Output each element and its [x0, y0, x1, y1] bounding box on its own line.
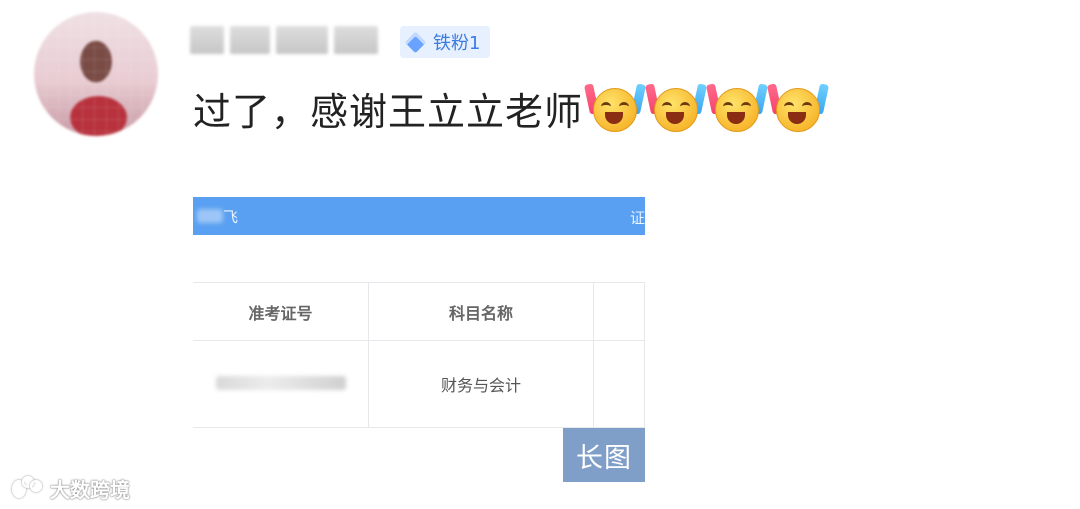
- emoji-group: [583, 82, 830, 134]
- screenshot-header-bar: 飞 证: [193, 197, 645, 235]
- badge-label: 铁粉1: [433, 33, 481, 54]
- laughing-cheer-emoji-icon: [583, 82, 647, 134]
- diamond-icon: [404, 31, 427, 53]
- cell-extra: [593, 340, 645, 428]
- watermark: 大数跨境: [12, 472, 130, 504]
- attached-image[interactable]: 飞 证 准考证号 科目名称 财务与会计 长图: [193, 197, 645, 482]
- watermark-text: 大数跨境: [50, 477, 130, 502]
- header-left-text: 飞: [223, 207, 239, 226]
- cell-exam-id-blurred: [193, 340, 369, 428]
- blurred-name-part: [334, 26, 378, 54]
- blurred-name: [197, 209, 223, 223]
- column-header-exam-id: 准考证号: [193, 282, 369, 341]
- cell-subject: 财务与会计: [368, 340, 594, 428]
- laughing-cheer-emoji-icon: [644, 82, 708, 134]
- laughing-cheer-emoji-icon: [766, 82, 830, 134]
- comment-text: 过了，感谢王立立老师: [193, 89, 584, 134]
- column-header-subject: 科目名称: [368, 282, 594, 341]
- fan-level-badge[interactable]: 铁粉1: [400, 26, 491, 58]
- blurred-name-part: [276, 26, 328, 54]
- blurred-exam-id: [215, 375, 346, 390]
- blurred-name-part: [190, 26, 224, 54]
- table-row: 财务与会计: [193, 340, 645, 428]
- watermark-logo-icon: [12, 476, 44, 500]
- comment-text-row: 过了，感谢王立立老师: [193, 80, 830, 136]
- table-header-row: 准考证号 科目名称: [193, 282, 645, 341]
- score-table: 准考证号 科目名称 财务与会计: [193, 282, 645, 428]
- username-blurred[interactable]: [190, 22, 388, 58]
- laughing-cheer-emoji-icon: [705, 82, 769, 134]
- long-image-button[interactable]: 长图: [563, 428, 645, 482]
- header-left: 飞: [197, 207, 239, 226]
- user-avatar[interactable]: [34, 12, 158, 136]
- column-header-extra: [593, 282, 645, 341]
- header-right-text: 证: [629, 209, 645, 227]
- avatar-pixelation: [34, 12, 158, 136]
- blurred-name-part: [230, 26, 270, 54]
- logo-ring: [30, 480, 42, 492]
